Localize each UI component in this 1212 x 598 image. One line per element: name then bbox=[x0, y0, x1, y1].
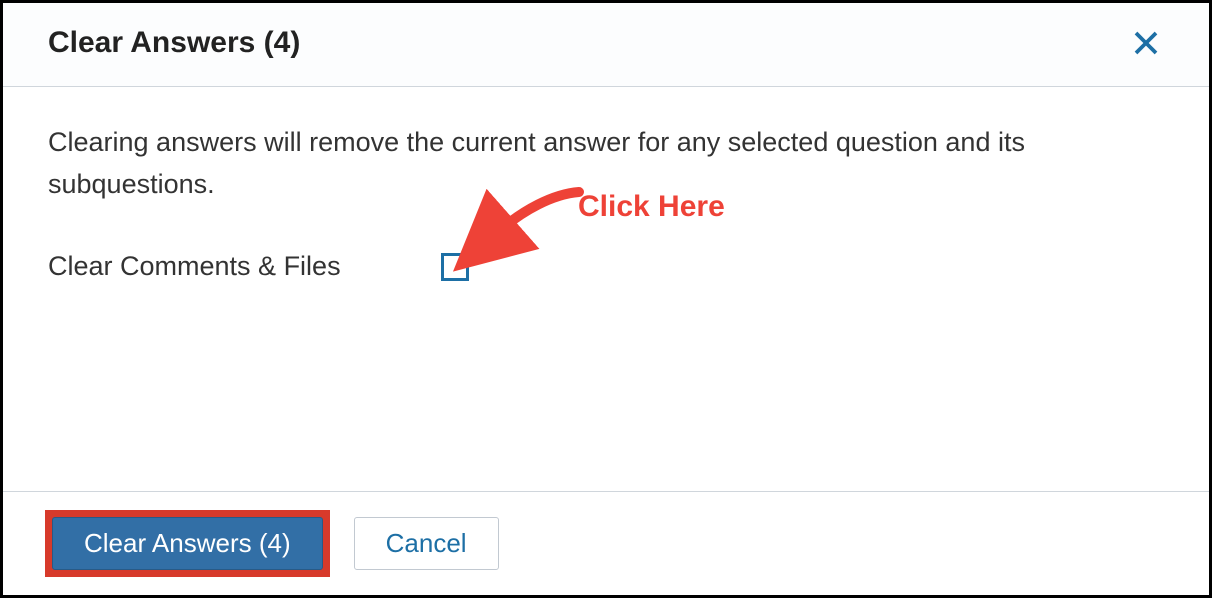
clear-answers-dialog: Clear Answers (4) Clearing answers will … bbox=[0, 0, 1212, 598]
dialog-body: Clearing answers will remove the current… bbox=[3, 87, 1209, 491]
dialog-footer: Clear Answers (4) Cancel bbox=[3, 491, 1209, 595]
clear-answers-button[interactable]: Clear Answers (4) bbox=[52, 517, 323, 570]
clear-comments-files-row: Clear Comments & Files bbox=[48, 246, 1164, 288]
clear-button-highlight: Clear Answers (4) bbox=[45, 510, 330, 577]
close-icon[interactable] bbox=[1128, 25, 1164, 61]
clear-comments-files-checkbox[interactable] bbox=[441, 253, 469, 281]
dialog-header: Clear Answers (4) bbox=[3, 3, 1209, 87]
dialog-description: Clearing answers will remove the current… bbox=[48, 122, 1048, 206]
cancel-button[interactable]: Cancel bbox=[354, 517, 499, 570]
dialog-title: Clear Answers (4) bbox=[48, 26, 300, 60]
clear-comments-files-label: Clear Comments & Files bbox=[48, 246, 341, 288]
